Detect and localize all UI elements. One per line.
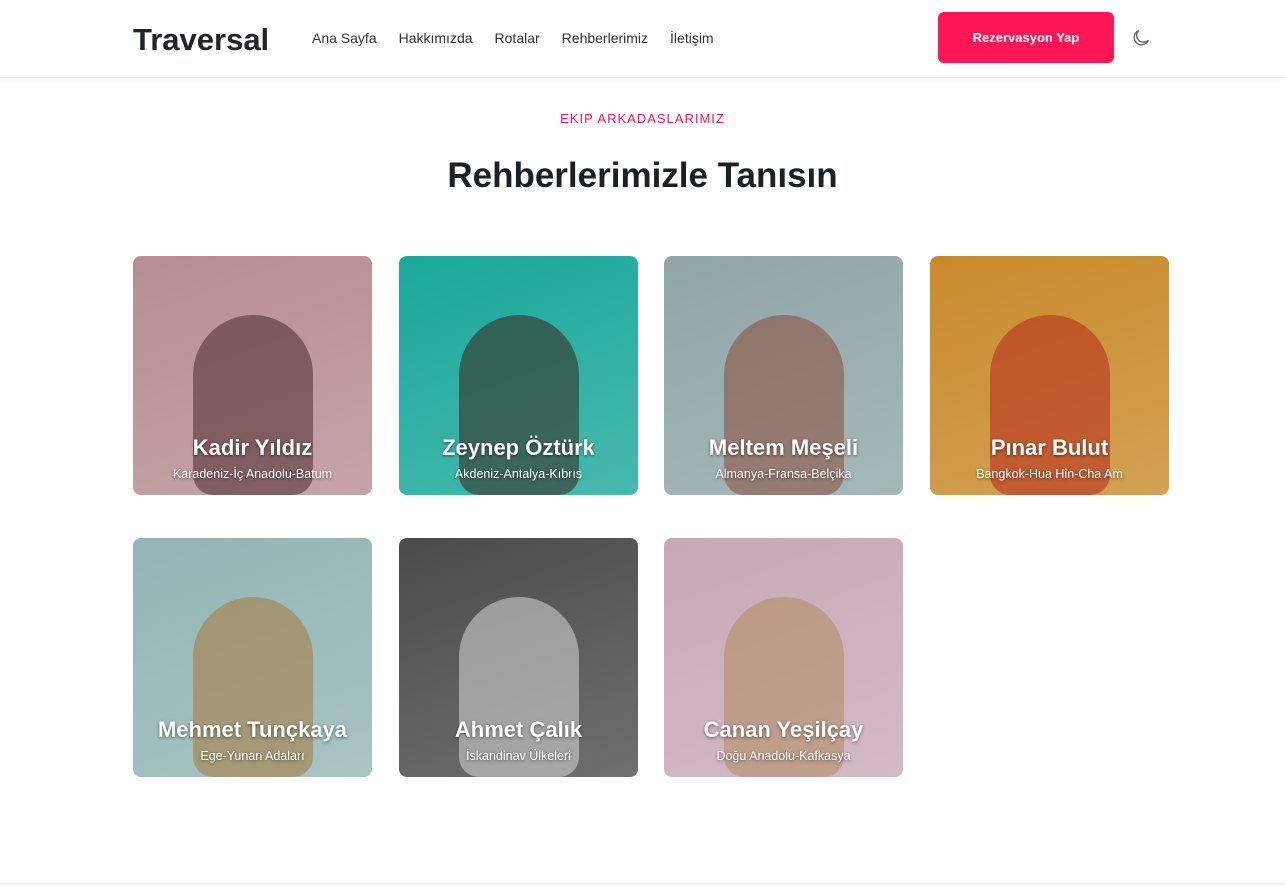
- guide-route: Bangkok-Hua Hin-Cha Am: [976, 467, 1123, 481]
- guide-name: Pınar Bulut: [990, 435, 1109, 460]
- guide-card[interactable]: Pınar Bulut Bangkok-Hua Hin-Cha Am: [930, 256, 1169, 495]
- guide-route: Almanya-Fransa-Belçika: [715, 467, 852, 481]
- guide-name: Canan Yeşilçay: [703, 717, 864, 742]
- guide-card[interactable]: Meltem Meşeli Almanya-Fransa-Belçika: [664, 256, 903, 495]
- moon-icon[interactable]: [1130, 27, 1152, 49]
- guide-card[interactable]: Canan Yeşilçay Doğu Anadolu-Kafkasya: [664, 538, 903, 777]
- guide-route: Akdeniz-Antalya-Kıbrıs: [454, 467, 583, 481]
- guide-card[interactable]: Zeynep Öztürk Akdeniz-Antalya-Kıbrıs: [399, 256, 638, 495]
- section-eyebrow: EKIP ARKADASLARIMIZ: [560, 111, 725, 126]
- guide-name: Kadir Yıldız: [192, 435, 313, 460]
- nav-routes[interactable]: Rotalar: [495, 30, 540, 46]
- guide-card[interactable]: Kadir Yıldız Karadeniz-İç Anadolu-Batum: [133, 256, 372, 495]
- guide-route: İskandinav Ülkeleri: [466, 749, 571, 763]
- main-nav: Ana Sayfa Hakkımızda Rotalar Rehberlerim…: [312, 30, 714, 46]
- guide-name: Meltem Meşeli: [708, 435, 859, 460]
- guide-card[interactable]: Mehmet Tunçkaya Ege-Yunan Adaları: [133, 538, 372, 777]
- nav-home[interactable]: Ana Sayfa: [312, 30, 377, 46]
- guide-route: Karadeniz-İç Anadolu-Batum: [172, 467, 333, 481]
- guide-card[interactable]: Ahmet Çalık İskandinav Ülkeleri: [399, 538, 638, 777]
- nav-about[interactable]: Hakkımızda: [399, 30, 473, 46]
- guide-name: Mehmet Tunçkaya: [157, 717, 348, 742]
- guide-route: Doğu Anadolu-Kafkasya: [716, 749, 851, 763]
- header: Traversal Ana Sayfa Hakkımızda Rotalar R…: [0, 0, 1285, 78]
- guide-route: Ege-Yunan Adaları: [200, 749, 305, 763]
- nav-guides[interactable]: Rehberlerimiz: [562, 30, 648, 46]
- nav-contact[interactable]: İletişim: [670, 30, 714, 46]
- divider: [0, 883, 1285, 884]
- logo[interactable]: Traversal: [133, 22, 269, 58]
- reservation-button[interactable]: Rezervasyon Yap: [938, 12, 1114, 63]
- section-title: Rehberlerimizle Tanısın: [447, 156, 838, 195]
- guide-name: Ahmet Çalık: [454, 717, 583, 742]
- guide-name: Zeynep Öztürk: [442, 435, 595, 460]
